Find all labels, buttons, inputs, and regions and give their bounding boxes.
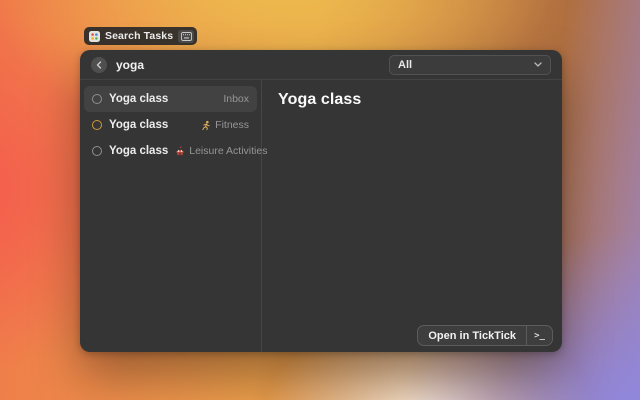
task-list-badge: Inbox <box>223 93 249 105</box>
detail-pane: Yoga class <box>262 80 562 352</box>
task-title: Yoga class <box>109 93 168 105</box>
list-item[interactable]: Yoga class Fitness <box>84 112 257 138</box>
keyboard-icon <box>178 30 194 43</box>
terminal-prompt-icon[interactable]: >_ <box>527 326 552 345</box>
task-title: Yoga class <box>109 145 168 157</box>
runner-icon <box>201 120 211 131</box>
task-checkbox-icon[interactable] <box>92 146 102 156</box>
detail-title: Yoga class <box>278 91 546 109</box>
list-item[interactable]: Yoga class Leisure Activities <box>84 138 257 164</box>
filter-dropdown[interactable]: All <box>389 55 551 75</box>
task-list-badge: Fitness <box>201 119 249 131</box>
footer-actions: Open in TickTick >_ <box>417 325 553 346</box>
chevron-left-icon <box>96 61 102 69</box>
search-tasks-pill[interactable]: Search Tasks <box>84 27 197 45</box>
search-input[interactable]: yoga <box>116 58 144 72</box>
back-button[interactable] <box>91 57 107 73</box>
results-list: Yoga class Inbox Yoga class Fitness <box>80 80 262 352</box>
task-checkbox-icon[interactable] <box>92 120 102 130</box>
search-panel: yoga All Yoga class Inbox Yoga class <box>80 50 562 352</box>
open-in-ticktick-button[interactable]: Open in TickTick <box>418 326 526 345</box>
chevron-down-icon <box>534 62 542 67</box>
list-item[interactable]: Yoga class Inbox <box>84 86 257 112</box>
pill-label: Search Tasks <box>105 30 173 42</box>
panel-header: yoga All <box>80 50 562 80</box>
search-tasks-app-icon <box>89 31 100 42</box>
panel-body: Yoga class Inbox Yoga class Fitness <box>80 80 562 352</box>
task-list-badge: Leisure Activities <box>175 145 267 157</box>
circus-tent-icon <box>175 146 185 156</box>
task-checkbox-icon[interactable] <box>92 94 102 104</box>
task-title: Yoga class <box>109 119 168 131</box>
filter-dropdown-value: All <box>398 59 412 71</box>
